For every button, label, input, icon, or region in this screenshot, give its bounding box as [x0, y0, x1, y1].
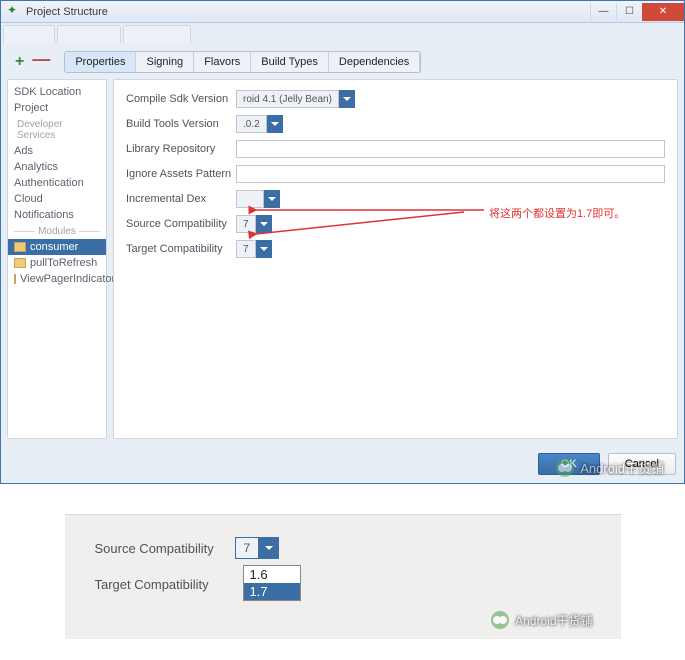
- module-icon: [14, 242, 26, 252]
- sidebar-item-cloud[interactable]: Cloud: [8, 191, 106, 207]
- titlebar[interactable]: Project Structure — ☐ ✕: [1, 1, 684, 23]
- minimize-button[interactable]: —: [590, 3, 616, 21]
- zoom-panel: Source Compatibility 7 Target Compatibil…: [65, 514, 621, 639]
- module-icon: [14, 258, 26, 268]
- ignore-assets-input[interactable]: [236, 165, 665, 183]
- editor-tab[interactable]: [3, 25, 55, 43]
- source-compat-select-2[interactable]: 7: [235, 537, 280, 559]
- chevron-down-icon[interactable]: [267, 115, 283, 133]
- tab-signing[interactable]: Signing: [136, 52, 194, 72]
- ignore-assets-label: Ignore Assets Pattern: [126, 168, 236, 180]
- tab-build-types[interactable]: Build Types: [251, 52, 329, 72]
- project-structure-dialog: Project Structure — ☐ ✕ + — Properties S…: [0, 0, 685, 484]
- watermark: Android干货铺: [556, 458, 664, 477]
- module-viewpagerindicator[interactable]: ViewPagerIndicator: [8, 271, 106, 287]
- window-title: Project Structure: [26, 6, 108, 18]
- sidebar-item-analytics[interactable]: Analytics: [8, 159, 106, 175]
- maximize-button[interactable]: ☐: [616, 3, 642, 21]
- incremental-dex-label: Incremental Dex: [126, 193, 236, 205]
- sidebar-item-ads[interactable]: Ads: [8, 143, 106, 159]
- chevron-down-icon[interactable]: [259, 537, 279, 559]
- target-compat-label-2: Target Compatibility: [95, 577, 235, 592]
- properties-panel: Compile Sdk Version roid 4.1 (Jelly Bean…: [113, 79, 678, 439]
- watermark: Android干货铺: [491, 611, 592, 629]
- target-compat-select[interactable]: 7: [236, 240, 272, 258]
- editor-tabstrip: [1, 23, 684, 43]
- wechat-icon: [556, 459, 574, 477]
- source-compat-label: Source Compatibility: [126, 218, 236, 230]
- tab-properties[interactable]: Properties: [65, 52, 136, 72]
- editor-tab[interactable]: [123, 25, 192, 43]
- chevron-down-icon[interactable]: [256, 215, 272, 233]
- target-compat-label: Target Compatibility: [126, 243, 236, 255]
- compile-sdk-select[interactable]: roid 4.1 (Jelly Bean): [236, 90, 355, 108]
- build-tools-select[interactable]: .0.2: [236, 115, 283, 133]
- build-tools-label: Build Tools Version: [126, 118, 236, 130]
- sidebar-item-authentication[interactable]: Authentication: [8, 175, 106, 191]
- sidebar-section-modules: Modules: [8, 223, 106, 239]
- sidebar-item-notifications[interactable]: Notifications: [8, 207, 106, 223]
- source-compat-select[interactable]: 7: [236, 215, 272, 233]
- chevron-down-icon[interactable]: [339, 90, 355, 108]
- app-icon: [7, 5, 21, 19]
- close-button[interactable]: ✕: [642, 3, 684, 21]
- source-compat-label-2: Source Compatibility: [95, 541, 235, 556]
- remove-module-button[interactable]: —: [32, 53, 50, 71]
- sidebar-section-dev-services: Developer Services: [8, 116, 106, 143]
- sidebar-item-sdk-location[interactable]: SDK Location: [8, 84, 106, 100]
- dropdown-option[interactable]: 1.6: [244, 566, 300, 583]
- dropdown-list[interactable]: 1.6 1.7: [243, 565, 301, 601]
- chevron-down-icon[interactable]: [264, 190, 280, 208]
- annotation-text: 将这两个都设置为1.7即可。: [489, 205, 625, 221]
- tab-dependencies[interactable]: Dependencies: [329, 52, 420, 72]
- module-icon: [14, 274, 16, 284]
- compile-sdk-label: Compile Sdk Version: [126, 93, 236, 105]
- wechat-icon: [491, 611, 509, 629]
- sidebar-item-project[interactable]: Project: [8, 100, 106, 116]
- module-tabs: Properties Signing Flavors Build Types D…: [64, 51, 421, 73]
- editor-tab[interactable]: [57, 25, 120, 43]
- chevron-down-icon[interactable]: [256, 240, 272, 258]
- add-module-button[interactable]: +: [15, 53, 24, 71]
- module-consumer[interactable]: consumer: [8, 239, 106, 255]
- module-pulltorefresh[interactable]: pullToRefresh: [8, 255, 106, 271]
- incremental-dex-select[interactable]: [236, 190, 280, 208]
- library-repo-input[interactable]: [236, 140, 665, 158]
- library-repo-label: Library Repository: [126, 143, 236, 155]
- tab-flavors[interactable]: Flavors: [194, 52, 251, 72]
- dropdown-option-selected[interactable]: 1.7: [244, 583, 300, 600]
- left-panel[interactable]: SDK Location Project Developer Services …: [7, 79, 107, 439]
